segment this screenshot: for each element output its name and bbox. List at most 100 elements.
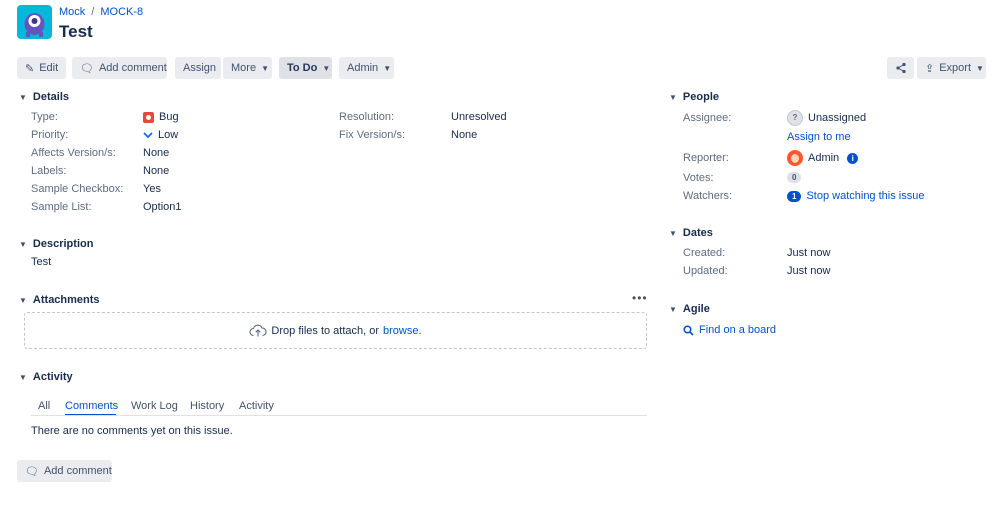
more-options-icon[interactable]: ••• xyxy=(632,291,648,305)
votes-count-badge: 0 xyxy=(787,172,802,183)
collapse-triangle-icon: ▼ xyxy=(19,239,27,249)
affects-version-label: Affects Version/s: xyxy=(31,147,116,159)
assign-button[interactable]: Assign xyxy=(175,57,221,79)
activity-heading-label: Activity xyxy=(32,371,73,383)
breadcrumb-project-link[interactable]: Mock xyxy=(59,6,85,18)
resolution-value: Unresolved xyxy=(451,111,507,123)
dates-heading-label: Dates xyxy=(682,227,713,239)
people-heading[interactable]: ▼ People xyxy=(669,91,719,103)
admin-avatar xyxy=(787,150,803,166)
details-heading-label: Details xyxy=(32,91,69,103)
dates-heading[interactable]: ▼ Dates xyxy=(669,227,713,239)
assignee-label: Assignee: xyxy=(683,112,732,124)
reporter-value[interactable]: Admin i xyxy=(787,150,859,166)
fix-version-value: None xyxy=(451,129,478,141)
breadcrumb-separator: / xyxy=(91,6,95,18)
browse-link[interactable]: browse. xyxy=(383,325,422,337)
search-icon xyxy=(683,324,694,336)
status-button[interactable]: To Do ▼ xyxy=(279,57,332,79)
votes-label: Votes: xyxy=(683,172,714,184)
export-icon: ⇪ xyxy=(925,62,935,75)
add-comment-button[interactable]: 🗨︎ Add comment xyxy=(72,57,167,79)
attachment-drop-zone[interactable]: Drop files to attach, or browse. xyxy=(24,312,647,349)
priority-value[interactable]: Low xyxy=(143,129,178,141)
stop-watching-link[interactable]: Stop watching this issue xyxy=(806,190,924,202)
admin-button[interactable]: Admin ▼ xyxy=(339,57,394,79)
drop-files-text: Drop files to attach, or xyxy=(271,324,380,337)
bug-icon xyxy=(143,111,154,123)
description-heading[interactable]: ▼ Description xyxy=(19,238,93,250)
resolution-label: Resolution: xyxy=(339,111,395,123)
attachments-heading[interactable]: ▼ Attachments xyxy=(19,294,100,306)
admin-label: Admin xyxy=(347,62,379,74)
edit-label: Edit xyxy=(39,62,59,74)
collapse-triangle-icon: ▼ xyxy=(19,92,27,102)
tab-activity[interactable]: Activity xyxy=(239,400,274,412)
priority-value-text: Low xyxy=(158,129,179,141)
export-button[interactable]: ⇪ Export ▼ xyxy=(917,57,986,79)
breadcrumb: Mock / MOCK-8 xyxy=(59,6,143,18)
more-label: More xyxy=(231,62,257,74)
sample-checkbox-label: Sample Checkbox: xyxy=(31,183,124,195)
type-label: Type: xyxy=(31,111,58,123)
add-comment-label: Add comment xyxy=(98,62,167,74)
pencil-icon: ✎ xyxy=(25,62,35,75)
tab-comments[interactable]: Comments xyxy=(65,400,118,412)
issue-title[interactable]: Test xyxy=(59,22,93,42)
sample-checkbox-value: Yes xyxy=(143,183,161,195)
tabs-divider xyxy=(31,415,647,416)
bottom-add-comment-button[interactable]: 🗨︎ Add comment xyxy=(17,460,112,482)
agile-heading-label: Agile xyxy=(682,303,710,315)
share-icon xyxy=(895,62,906,74)
created-label: Created: xyxy=(683,247,726,259)
type-value[interactable]: Bug xyxy=(143,111,179,123)
watchers-count-badge: 1 xyxy=(787,190,802,202)
breadcrumb-issue-link[interactable]: MOCK-8 xyxy=(100,6,143,18)
sample-list-value: Option1 xyxy=(143,201,182,213)
assignee-value[interactable]: ? Unassigned xyxy=(787,110,866,126)
affects-version-value: None xyxy=(143,147,170,159)
info-icon[interactable]: i xyxy=(847,152,859,164)
tab-all[interactable]: All xyxy=(38,400,50,412)
assign-to-me-link[interactable]: Assign to me xyxy=(787,131,851,143)
reporter-label: Reporter: xyxy=(683,152,729,164)
more-button[interactable]: More ▼ xyxy=(223,57,272,79)
fix-version-label: Fix Version/s: xyxy=(339,129,406,141)
chevron-down-icon: ▼ xyxy=(383,63,392,73)
collapse-triangle-icon: ▼ xyxy=(669,304,677,314)
details-heading[interactable]: ▼ Details xyxy=(19,91,69,103)
type-value-text: Bug xyxy=(159,111,179,123)
cloud-upload-icon xyxy=(249,324,267,337)
attachments-heading-label: Attachments xyxy=(32,294,100,306)
tab-work-log[interactable]: Work Log xyxy=(131,400,178,412)
watchers-value[interactable]: 1 Stop watching this issue xyxy=(787,190,924,202)
project-avatar[interactable] xyxy=(17,5,52,39)
votes-value[interactable]: 0 xyxy=(787,172,802,183)
export-label: Export xyxy=(939,62,972,74)
updated-value: Just now xyxy=(787,265,831,277)
description-text[interactable]: Test xyxy=(31,256,51,268)
status-label: To Do xyxy=(287,62,318,74)
comment-icon: 🗨︎ xyxy=(80,62,94,75)
share-button[interactable] xyxy=(887,57,914,79)
find-on-board-link[interactable]: Find on a board xyxy=(699,324,776,336)
agile-heading[interactable]: ▼ Agile xyxy=(669,303,710,315)
labels-value: None xyxy=(143,165,170,177)
chevron-down-icon: ▼ xyxy=(261,63,269,73)
activity-heading[interactable]: ▼ Activity xyxy=(19,371,73,383)
find-on-board[interactable]: Find on a board xyxy=(683,324,776,336)
collapse-triangle-icon: ▼ xyxy=(669,92,677,102)
comment-icon: 🗨︎ xyxy=(25,465,39,478)
chevron-down-icon: ▼ xyxy=(322,63,331,73)
sample-list-label: Sample List: xyxy=(31,201,92,213)
description-heading-label: Description xyxy=(32,238,94,250)
reporter-value-text: Admin xyxy=(808,152,840,164)
collapse-triangle-icon: ▼ xyxy=(19,295,27,305)
collapse-triangle-icon: ▼ xyxy=(19,372,27,382)
edit-button[interactable]: ✎ Edit xyxy=(17,57,66,79)
tab-history[interactable]: History xyxy=(190,400,224,412)
priority-low-icon xyxy=(143,132,153,139)
no-comments-text: There are no comments yet on this issue. xyxy=(31,425,233,437)
collapse-triangle-icon: ▼ xyxy=(669,228,677,238)
bottom-add-comment-label: Add comment xyxy=(43,465,112,477)
